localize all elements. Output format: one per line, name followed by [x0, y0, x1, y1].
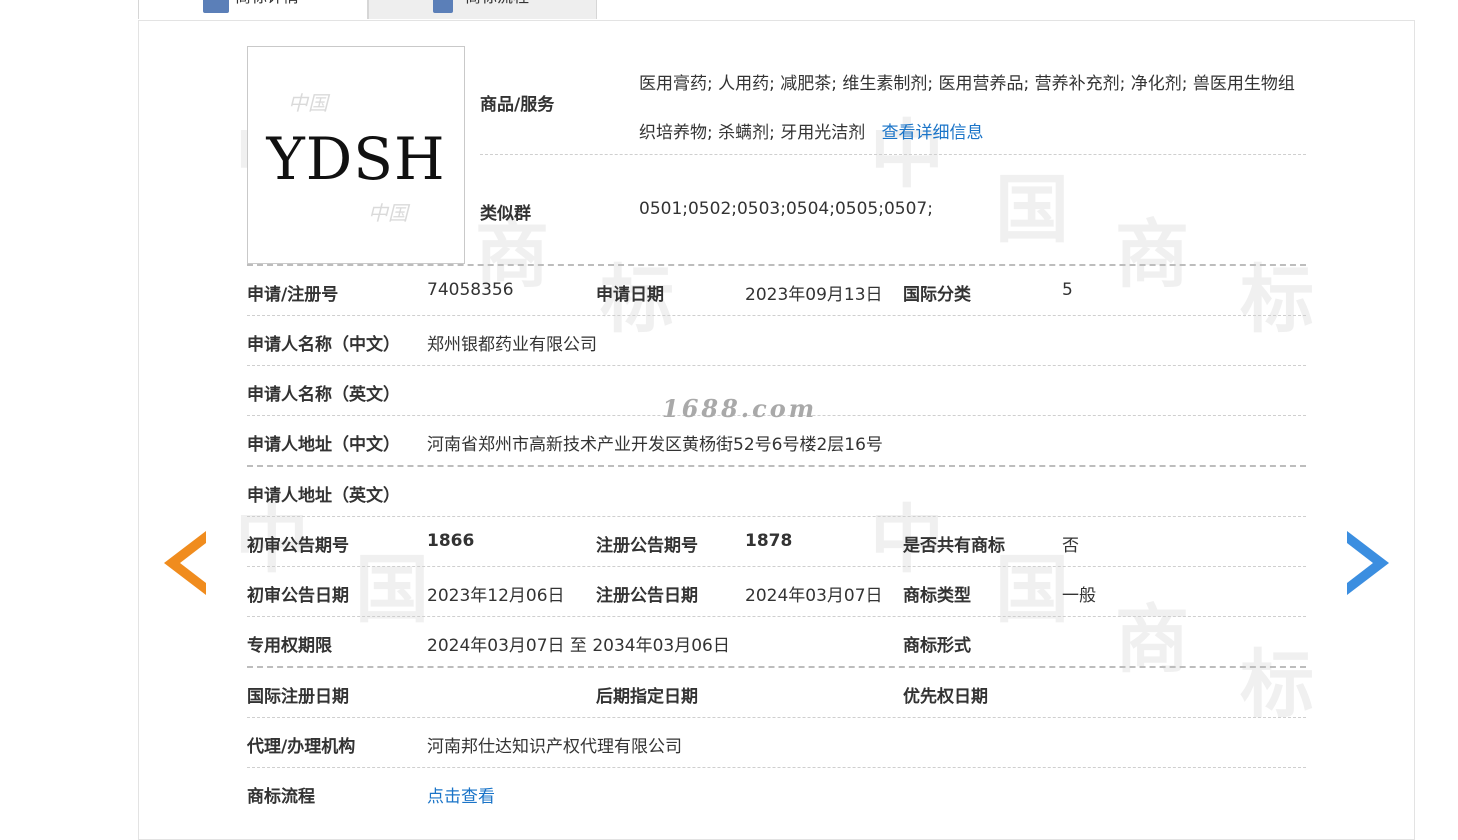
- divider: [247, 616, 1306, 617]
- list-icon: [203, 0, 229, 13]
- applicant-cn-value: 郑州银都药业有限公司: [427, 335, 597, 355]
- logo-stamp: 中国: [288, 91, 328, 115]
- agent-value: 河南邦仕达知识产权代理有限公司: [427, 737, 682, 757]
- divider: [247, 566, 1306, 567]
- divider: [247, 465, 1306, 467]
- view-details-link[interactable]: 查看详细信息: [881, 123, 983, 143]
- intl-class-label: 国际分类: [903, 285, 971, 305]
- tm-type-value: 一般: [1062, 586, 1096, 606]
- tab-trademark-flow[interactable]: 商标流程: [368, 0, 597, 19]
- intl-class-value: 5: [1062, 280, 1073, 300]
- goods-value: 医用膏药; 人用药; 减肥茶; 维生素制剂; 医用营养品; 营养补充剂; 净化剂…: [639, 60, 1304, 158]
- shared-label: 是否共有商标: [903, 536, 1005, 556]
- prelim-no-value: 1866: [427, 531, 475, 551]
- tm-flow-label: 商标流程: [247, 787, 315, 807]
- divider: [247, 717, 1306, 718]
- priority-date-label: 优先权日期: [903, 687, 988, 707]
- divider: [247, 365, 1306, 366]
- divider: [247, 767, 1306, 768]
- tm-form-label: 商标形式: [903, 636, 971, 656]
- site-watermark: 1688.com: [662, 394, 818, 423]
- flow-icon: [433, 0, 453, 13]
- divider: [247, 315, 1306, 316]
- shared-value: 否: [1062, 536, 1079, 556]
- reg-pub-date-label: 注册公告日期: [596, 586, 698, 606]
- logo-stamp: 中国: [368, 201, 408, 225]
- tm-type-label: 商标类型: [903, 586, 971, 606]
- tab-trademark-detail[interactable]: 商标详情: [138, 0, 368, 19]
- tab-label: 商标流程: [465, 0, 529, 8]
- divider: [247, 264, 1306, 266]
- address-cn-value: 河南省郑州市高新技术产业开发区黄杨街52号6号楼2层16号: [427, 435, 883, 455]
- address-en-label: 申请人地址（英文）: [247, 486, 400, 506]
- prev-arrow-icon[interactable]: [164, 531, 206, 595]
- similar-group-value: 0501;0502;0503;0504;0505;0507;: [639, 199, 933, 219]
- divider: [247, 516, 1306, 517]
- applicant-cn-label: 申请人名称（中文）: [247, 335, 400, 355]
- divider: [247, 666, 1306, 668]
- intl-reg-date-label: 国际注册日期: [247, 687, 349, 707]
- reg-no-label: 申请/注册号: [247, 285, 339, 305]
- applicant-en-label: 申请人名称（英文）: [247, 385, 400, 405]
- reg-no-value: 74058356: [427, 280, 514, 300]
- later-date-label: 后期指定日期: [596, 687, 698, 707]
- exclusive-period-label: 专用权期限: [247, 636, 332, 656]
- prelim-no-label: 初审公告期号: [247, 536, 349, 556]
- next-arrow-icon[interactable]: [1347, 531, 1389, 595]
- apply-date-value: 2023年09月13日: [745, 285, 883, 305]
- tm-flow-link[interactable]: 点击查看: [427, 782, 495, 807]
- similar-group-label: 类似群: [480, 204, 531, 224]
- trademark-logo-text: YDSH: [266, 125, 446, 193]
- reg-pub-no-value: 1878: [745, 531, 793, 551]
- apply-date-label: 申请日期: [596, 285, 664, 305]
- trademark-image: 中国 中国 YDSH: [247, 46, 465, 264]
- tab-label: 商标详情: [235, 0, 299, 8]
- address-cn-label: 申请人地址（中文）: [247, 435, 400, 455]
- exclusive-period-value: 2024年03月07日 至 2034年03月06日: [427, 636, 730, 656]
- agent-label: 代理/办理机构: [247, 737, 356, 757]
- prelim-date-label: 初审公告日期: [247, 586, 349, 606]
- reg-pub-no-label: 注册公告期号: [596, 536, 698, 556]
- prelim-date-value: 2023年12月06日: [427, 586, 565, 606]
- divider: [480, 154, 1306, 155]
- goods-label: 商品/服务: [480, 95, 555, 115]
- reg-pub-date-value: 2024年03月07日: [745, 586, 883, 606]
